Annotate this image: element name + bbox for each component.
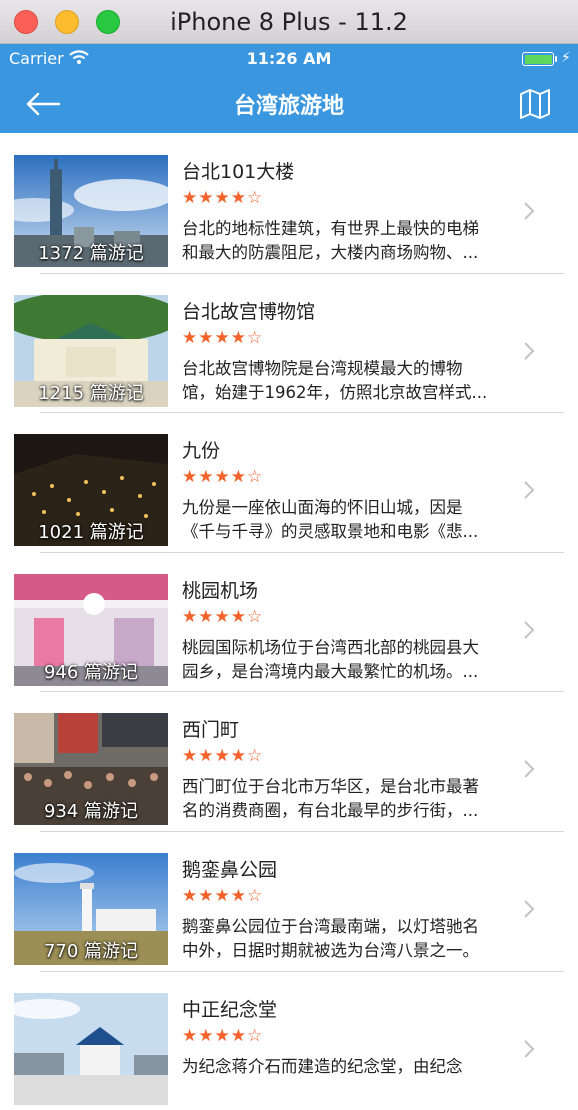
place-list: 1372 篇游记 台北101大楼 ★★★★☆ 台北的地标性建筑，有世界上最快的电… [0, 133, 578, 1110]
description-line: 和最大的防震阻尼，大楼内商场购物、... [182, 243, 479, 262]
star-rating: ★★★★☆ [182, 1025, 264, 1046]
place-description: 鹅銮鼻公园位于台湾最南端，以灯塔驰名 中外，日据时期就被选为台湾八景之一。 [182, 915, 520, 963]
list-item[interactable]: 1372 篇游记 台北101大楼 ★★★★☆ 台北的地标性建筑，有世界上最快的电… [0, 133, 578, 274]
description-line: 台北的地标性建筑，有世界上最快的电梯 [182, 219, 479, 238]
charging-icon: ⚡ [561, 50, 571, 66]
place-thumbnail: 934 篇游记 [14, 713, 168, 826]
list-item[interactable]: 中正纪念堂 ★★★★☆ 为纪念蒋介石而建造的纪念堂，由纪念 [0, 971, 578, 1110]
star-rating: ★★★★☆ [182, 885, 264, 906]
description-line: 九份是一座依山面海的怀旧山城，因是 [182, 498, 463, 518]
description-line: 园乡，是台湾境内最大最繁忙的机场。... [182, 661, 479, 681]
map-icon[interactable] [519, 88, 551, 124]
place-description: 九份是一座依山面海的怀旧山城，因是 《千与千寻》的灵感取景地和电影《悲... [182, 496, 520, 544]
place-name: 中正纪念堂 [182, 998, 278, 1021]
battery-icon [522, 52, 554, 66]
place-name: 西门町 [182, 719, 240, 742]
review-count: 770 篇游记 [43, 940, 139, 962]
place-name: 台北故宫博物馆 [182, 300, 316, 323]
chevron-right-icon [523, 341, 535, 365]
window-title-bar: iPhone 8 Plus - 11.2 [0, 0, 578, 44]
chevron-right-icon [523, 759, 535, 783]
review-count: 1372 篇游记 [38, 243, 144, 264]
place-name: 九份 [182, 440, 221, 463]
star-rating: ★★★★☆ [182, 467, 264, 488]
page-title: 台湾旅游地 [233, 94, 344, 119]
place-description: 为纪念蒋介石而建造的纪念堂，由纪念 [182, 1055, 520, 1079]
place-description: 西门町位于台北市万华区，是台北市最著 名的消费商圈，有台北最早的步行街，... [182, 775, 520, 823]
star-rating: ★★★★☆ [182, 188, 264, 208]
place-thumbnail: 946 篇游记 [14, 573, 168, 686]
chevron-right-icon [523, 201, 535, 225]
list-item[interactable]: 1215 篇游记 台北故宫博物馆 ★★★★☆ 台北故宫博物院是台湾规模最大的博物… [0, 273, 578, 414]
chevron-right-icon [523, 1039, 535, 1063]
place-thumbnail: 1021 篇游记 [14, 434, 168, 547]
description-line: 台北故宫博物院是台湾规模最大的博物 [182, 358, 463, 378]
status-bar: Carrier 11:26 AM ⚡ [0, 44, 578, 72]
place-description: 桃园国际机场位于台湾西北部的桃园县大 园乡，是台湾境内最大最繁忙的机场。... [182, 636, 520, 684]
chevron-right-icon [523, 480, 535, 504]
list-item[interactable]: 946 篇游记 桃园机场 ★★★★☆ 桃园国际机场位于台湾西北部的桃园县大 园乡… [0, 552, 578, 693]
description-line: 西门町位于台北市万华区，是台北市最著 [182, 777, 479, 797]
place-description: 台北故宫博物院是台湾规模最大的博物 馆，始建于1962年，仿照北京故宫样式... [182, 357, 520, 405]
list-item[interactable]: 1021 篇游记 九份 ★★★★☆ 九份是一座依山面海的怀旧山城，因是 《千与千… [0, 412, 578, 553]
description-line: 馆，始建于1962年，仿照北京故宫样式... [182, 382, 488, 402]
chevron-right-icon [523, 899, 535, 923]
star-rating: ★★★★☆ [182, 327, 264, 348]
battery-tip [555, 56, 557, 62]
place-name: 桃园机场 [182, 579, 259, 602]
window-title: iPhone 8 Plus - 11.2 [170, 8, 408, 36]
description-line: 《千与千寻》的灵感取景地和电影《悲... [182, 522, 479, 542]
place-thumbnail: 1372 篇游记 [14, 155, 168, 267]
review-count: 946 篇游记 [43, 661, 139, 683]
description-line: 桃园国际机场位于台湾西北部的桃园县大 [182, 637, 479, 657]
place-thumbnail [14, 992, 168, 1105]
star-rating: ★★★★☆ [182, 606, 264, 627]
description-line: 中外，日据时期就被选为台湾八景之一。 [182, 940, 479, 960]
review-count: 1021 篇游记 [38, 522, 144, 544]
review-count: 934 篇游记 [43, 801, 139, 823]
chevron-right-icon [523, 620, 535, 644]
description-line: 为纪念蒋介石而建造的纪念堂，由纪念 [182, 1056, 463, 1076]
star-rating: ★★★★☆ [182, 746, 264, 767]
description-line: 名的消费商圈，有台北最早的步行街，... [182, 801, 479, 821]
list-item[interactable]: 770 篇游记 鹅銮鼻公园 ★★★★☆ 鹅銮鼻公园位于台湾最南端，以灯塔驰名 中… [0, 831, 578, 972]
navigation-bar: Carrier 11:26 AM ⚡ 台湾旅游地 [0, 44, 578, 133]
place-description: 台北的地标性建筑，有世界上最快的电梯 和最大的防震阻尼，大楼内商场购物、... [182, 217, 520, 265]
list-item[interactable]: 934 篇游记 西门町 ★★★★☆ 西门町位于台北市万华区，是台北市最著 名的消… [0, 691, 578, 832]
place-thumbnail: 770 篇游记 [14, 852, 168, 965]
place-name: 鹅銮鼻公园 [182, 858, 278, 881]
description-line: 鹅銮鼻公园位于台湾最南端，以灯塔驰名 [182, 916, 479, 936]
place-name: 台北101大楼 [182, 161, 295, 183]
status-time: 11:26 AM [246, 49, 332, 68]
review-count: 1215 篇游记 [38, 382, 144, 404]
place-thumbnail: 1215 篇游记 [14, 294, 168, 407]
